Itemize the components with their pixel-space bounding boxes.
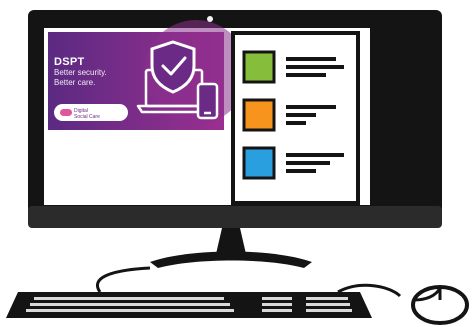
badge-label: Digital Social Care [74,108,124,120]
monitor-neck [216,228,246,254]
keyboard-icon [6,292,372,318]
shield-check-icon [150,40,196,94]
banner-tagline-1: Better security. [54,68,107,77]
badge-label-line2: Social Care [74,114,100,120]
webcam-icon [207,16,213,22]
banner-tagline-2: Better care. [54,78,96,87]
badge-logo-icon [60,109,72,116]
green-square-icon [242,50,276,84]
monitor-base [150,251,312,268]
phone-icon [196,82,219,120]
mouse-icon [411,285,469,325]
banner-title: DSPT [54,56,85,68]
blue-square-icon [242,146,276,180]
orange-square-icon [242,98,276,132]
monitor-drawing [6,10,469,325]
computer-illustration: DSPT Better security. Better care. Digit… [0,0,474,327]
monitor-chin [28,206,442,228]
